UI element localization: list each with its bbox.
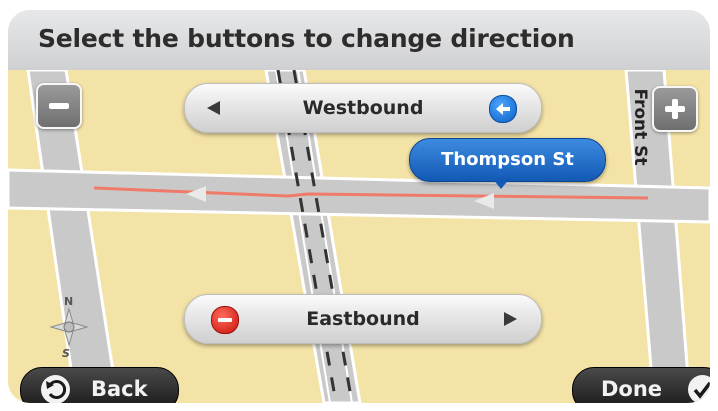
blue-left-arrow-icon (489, 95, 517, 123)
back-arrow-icon (41, 375, 70, 403)
compass-icon: N S (46, 293, 92, 360)
done-label: Done (601, 377, 663, 401)
compass-south: S (62, 347, 70, 359)
zoom-in-button[interactable] (652, 86, 698, 132)
minus-icon (49, 103, 69, 109)
street-name-callout: Thompson St (409, 138, 606, 182)
eastbound-label: Eastbound (306, 308, 420, 330)
back-label: Back (91, 377, 148, 401)
done-button[interactable]: Done (572, 367, 710, 403)
callout-pointer (492, 178, 510, 189)
street-label-front-st: Front St (625, 80, 655, 180)
back-button[interactable]: Back (20, 367, 179, 403)
westbound-label: Westbound (302, 97, 424, 119)
street-name-label: Thompson St (441, 149, 574, 170)
right-arrow-icon (504, 312, 517, 326)
checkmark-icon (688, 375, 710, 403)
navigation-screen: Select the buttons to change direction F… (8, 10, 710, 403)
compass-north: N (64, 295, 73, 308)
westbound-button[interactable]: Westbound (184, 83, 542, 133)
plus-icon (665, 99, 685, 119)
page-title: Select the buttons to change direction (38, 24, 575, 53)
eastbound-button[interactable]: Eastbound (184, 294, 542, 344)
zoom-out-button[interactable] (36, 83, 82, 129)
title-bar: Select the buttons to change direction (8, 10, 710, 71)
side-street-name: Front St (630, 88, 650, 166)
